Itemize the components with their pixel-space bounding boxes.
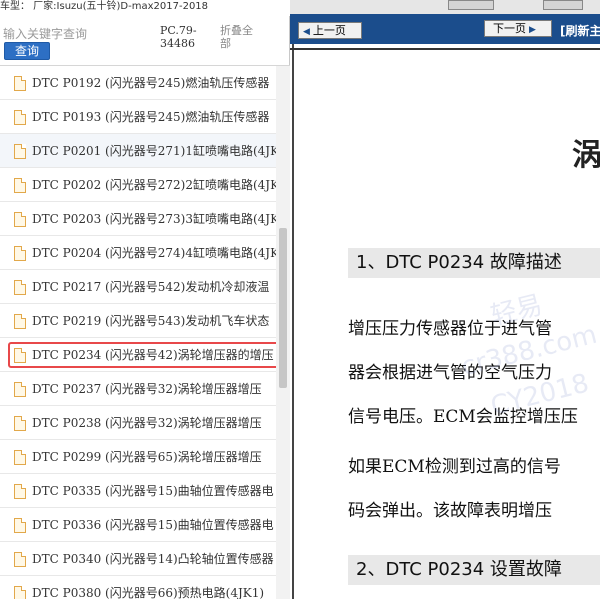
document-icon bbox=[14, 518, 26, 533]
list-item-label: DTC P0380 (闪光器号66)预热电路(4JK1) bbox=[32, 586, 265, 599]
paragraph-line: 码会弹出。该故障表明增压 bbox=[348, 501, 552, 521]
list-item-label: DTC P0203 (闪光器号273)3缸喷嘴电路(4JK bbox=[32, 212, 276, 226]
pc-code-label: PC.79-34486 bbox=[160, 24, 197, 50]
document-title: 涡 bbox=[572, 138, 600, 173]
list-item[interactable]: DTC P0340 (闪光器号14)凸轮轴位置传感器 bbox=[0, 542, 276, 576]
document-icon bbox=[14, 586, 26, 599]
document-icon bbox=[14, 246, 26, 261]
list-item-label: DTC P0201 (闪光器号271)1缸喷嘴电路(4JK bbox=[32, 144, 276, 158]
list-item[interactable]: DTC P0335 (闪光器号15)曲轴位置传感器电 bbox=[0, 474, 276, 508]
dtc-list: DTC P0192 (闪光器号245)燃油轨压传感器 DTC P0193 (闪光… bbox=[0, 66, 276, 599]
section-heading-2: 2、DTC P0234 设置故障 bbox=[348, 555, 600, 585]
list-item[interactable]: DTC P0217 (闪光器号542)发动机冷却液温 bbox=[0, 270, 276, 304]
list-item[interactable]: DTC P0202 (闪光器号272)2缸喷嘴电路(4JK bbox=[0, 168, 276, 202]
section-heading-1: 1、DTC P0234 故障描述 bbox=[348, 248, 600, 278]
window-title-text: 车型： 厂家:Isuzu(五十铃)D-max2017-2018 bbox=[0, 1, 209, 12]
list-item-label: DTC P0340 (闪光器号14)凸轮轴位置传感器 bbox=[32, 552, 274, 566]
page-top-rule bbox=[290, 48, 600, 50]
list-item-label: DTC P0335 (闪光器号15)曲轴位置传感器电 bbox=[32, 484, 274, 498]
arrow-left-icon: ◀ bbox=[303, 27, 310, 37]
list-item-label: DTC P0192 (闪光器号245)燃油轨压传感器 bbox=[32, 76, 270, 90]
query-button[interactable]: 查询 bbox=[4, 42, 50, 60]
toolbar-button[interactable] bbox=[448, 0, 494, 10]
document-icon bbox=[14, 110, 26, 125]
list-item-label: DTC P0299 (闪光器号65)涡轮增压器增压 bbox=[32, 450, 262, 464]
document-icon bbox=[14, 348, 26, 363]
list-item[interactable]: DTC P0380 (闪光器号66)预热电路(4JK1) bbox=[0, 576, 276, 599]
document-icon bbox=[14, 144, 26, 159]
document-icon bbox=[14, 178, 26, 193]
arrow-right-icon: ▶ bbox=[529, 25, 536, 35]
list-item-label: DTC P0336 (闪光器号15)曲轴位置传感器电 bbox=[32, 518, 274, 532]
list-scrollbar[interactable] bbox=[276, 66, 290, 599]
scrollbar-thumb[interactable] bbox=[279, 228, 287, 388]
collapse-all-button[interactable]: 折叠全部 bbox=[220, 24, 260, 50]
window-title-strip: 车型： 厂家:Isuzu(五十铃)D-max2017-2018 bbox=[0, 0, 290, 16]
list-item[interactable]: DTC P0237 (闪光器号32)涡轮增压器增压 bbox=[0, 372, 276, 406]
list-item[interactable]: DTC P0203 (闪光器号273)3缸喷嘴电路(4JK bbox=[0, 202, 276, 236]
toolbar-button[interactable] bbox=[543, 0, 583, 10]
page-border-left bbox=[292, 44, 294, 599]
document-icon bbox=[14, 314, 26, 329]
list-item[interactable]: DTC P0201 (闪光器号271)1缸喷嘴电路(4JK bbox=[0, 134, 276, 168]
list-item[interactable]: DTC P0336 (闪光器号15)曲轴位置传感器电 bbox=[0, 508, 276, 542]
search-bar: 查询 PC.79-34486 折叠全部 bbox=[0, 16, 290, 66]
refresh-link[interactable]: [刷新主 bbox=[560, 22, 600, 39]
list-item[interactable]: DTC P0204 (闪光器号274)4缸喷嘴电路(4JK bbox=[0, 236, 276, 270]
list-item-label: DTC P0219 (闪光器号543)发动机飞车状态 bbox=[32, 314, 270, 328]
document-viewer: ◀ 上一页 下一页 ▶ [刷新主 涡 1、DTC P0234 故障描述 增压压力传感… bbox=[290, 0, 600, 599]
document-icon bbox=[14, 416, 26, 431]
search-input[interactable] bbox=[3, 25, 153, 43]
list-item-selected[interactable]: DTC P0234 (闪光器号42)涡轮增压器的增压 bbox=[0, 338, 276, 372]
list-item-label: DTC P0204 (闪光器号274)4缸喷嘴电路(4JK bbox=[32, 246, 276, 260]
document-icon bbox=[14, 484, 26, 499]
list-item-label: DTC P0193 (闪光器号245)燃油轨压传感器 bbox=[32, 110, 270, 124]
list-item-label: DTC P0238 (闪光器号32)涡轮增压器增压 bbox=[32, 416, 262, 430]
document-icon bbox=[14, 450, 26, 465]
document-icon bbox=[14, 552, 26, 567]
list-item-label: DTC P0202 (闪光器号272)2缸喷嘴电路(4JK bbox=[32, 178, 276, 192]
next-page-label: 下一页 bbox=[493, 22, 526, 35]
document-icon bbox=[14, 212, 26, 227]
list-item-label: DTC P0234 (闪光器号42)涡轮增压器的增压 bbox=[32, 348, 274, 362]
list-item-label: DTC P0237 (闪光器号32)涡轮增压器增压 bbox=[32, 382, 262, 396]
list-item[interactable]: DTC P0299 (闪光器号65)涡轮增压器增压 bbox=[0, 440, 276, 474]
next-page-button[interactable]: 下一页 ▶ bbox=[484, 20, 552, 37]
viewer-toolbar-strip bbox=[290, 0, 600, 14]
paragraph-line: 增压压力传感器位于进气管 bbox=[348, 319, 552, 339]
list-item[interactable]: DTC P0192 (闪光器号245)燃油轨压传感器 bbox=[0, 66, 276, 100]
list-item[interactable]: DTC P0193 (闪光器号245)燃油轨压传感器 bbox=[0, 100, 276, 134]
document-icon bbox=[14, 382, 26, 397]
navigation-panel: 查询 PC.79-34486 折叠全部 DTC P0192 (闪光器号245)燃… bbox=[0, 16, 290, 599]
paragraph-line: 信号电压。ECM会监控增压压 bbox=[348, 407, 578, 427]
paragraph-line: 如果ECM检测到过高的信号 bbox=[348, 457, 561, 477]
list-item[interactable]: DTC P0238 (闪光器号32)涡轮增压器增压 bbox=[0, 406, 276, 440]
prev-page-label: 上一页 bbox=[312, 24, 346, 37]
page-nav-bar: ◀ 上一页 下一页 ▶ [刷新主 bbox=[290, 14, 600, 44]
list-item[interactable]: DTC P0219 (闪光器号543)发动机飞车状态 bbox=[0, 304, 276, 338]
paragraph-line: 器会根据进气管的空气压力 bbox=[348, 363, 552, 383]
document-icon bbox=[14, 76, 26, 91]
prev-page-button[interactable]: ◀ 上一页 bbox=[298, 22, 362, 39]
document-icon bbox=[14, 280, 26, 295]
list-item-label: DTC P0217 (闪光器号542)发动机冷却液温 bbox=[32, 280, 270, 294]
